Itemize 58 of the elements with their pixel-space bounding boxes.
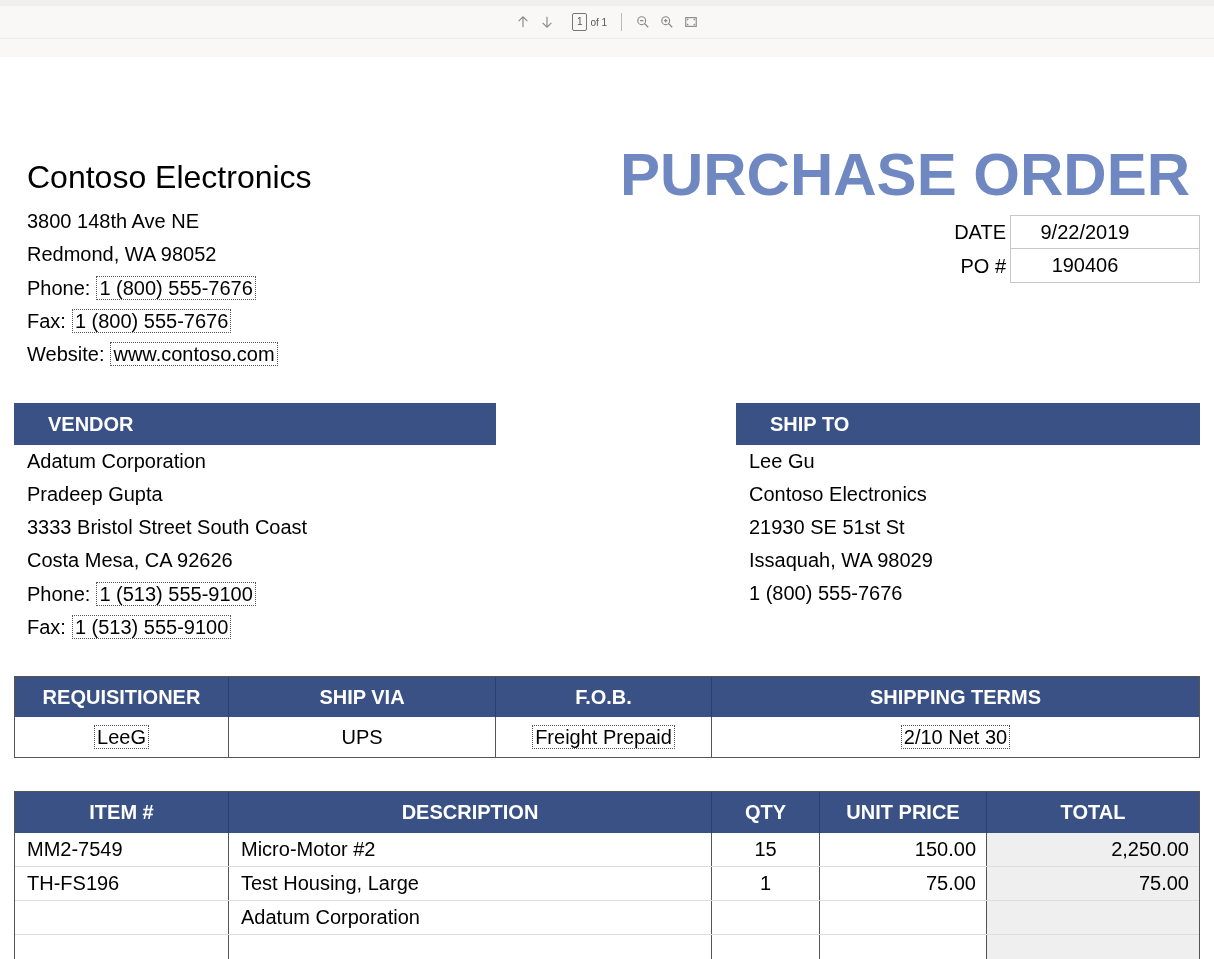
- section-header: SHIP TO: [736, 403, 1200, 445]
- address-line: Pradeep Gupta: [27, 482, 164, 507]
- contact-value: 1 (800) 555-7676: [96, 275, 256, 300]
- column-header: SHIPPING TERMS: [868, 685, 1043, 710]
- contact-value: 1 (800) 555-7676: [71, 308, 232, 333]
- contact-label: Phone:: [27, 275, 91, 301]
- company-name: Contoso Electronics: [27, 158, 312, 197]
- meta-value: 190406: [1010, 249, 1200, 283]
- table-cell: 15: [712, 833, 820, 866]
- contact-label: Fax:: [27, 308, 66, 334]
- table-cell: Micro-Motor #2: [229, 833, 712, 866]
- section-header: VENDOR: [14, 403, 496, 445]
- contact-value: www.contoso.com: [110, 341, 278, 366]
- table-cell: Adatum Corporation: [229, 901, 712, 934]
- address-line: Adatum Corporation: [27, 449, 207, 474]
- arrow-up-icon[interactable]: [515, 15, 530, 29]
- table-cell: LeeG: [94, 725, 149, 749]
- address-line: Contoso Electronics: [749, 482, 928, 507]
- meta-label: PO #: [959, 254, 1007, 279]
- column-header: REQUISITIONER: [15, 677, 229, 717]
- table-cell: Freight Prepaid: [532, 725, 675, 749]
- document-title: PURCHASE ORDER: [619, 141, 1190, 209]
- column-header: QTY: [712, 792, 820, 833]
- table-cell: 2/10 Net 30: [900, 725, 1011, 749]
- zoom-out-icon[interactable]: [636, 15, 651, 29]
- column-header: UNIT PRICE: [820, 792, 987, 833]
- table-cell: MM2-7549: [15, 833, 229, 866]
- column-header: DESCRIPTION: [229, 792, 712, 833]
- table-cell: Test Housing, Large: [229, 867, 712, 900]
- address-line: Issaquah, WA 98029: [749, 548, 934, 573]
- column-header: TOTAL: [1059, 800, 1127, 825]
- table-cell: 75.00: [987, 867, 1199, 900]
- column-header: ITEM #: [15, 792, 229, 833]
- arrow-down-icon[interactable]: [539, 15, 554, 29]
- table-cell-text: UPS: [341, 725, 383, 750]
- table-cell: TH-FS196: [15, 867, 229, 900]
- meta-value: 9/22/2019: [1010, 215, 1200, 249]
- address-line: 1 (800) 555-7676: [749, 581, 904, 606]
- contact-value: 1 (513) 555-9100: [96, 581, 256, 606]
- address-line: 3333 Bristol Street South Coast: [27, 515, 309, 540]
- table-cell: 2,250.00: [987, 833, 1199, 866]
- contact-label: Phone:: [27, 581, 91, 607]
- column-header: SHIP VIA: [229, 677, 496, 717]
- zoom-in-icon[interactable]: [660, 15, 675, 29]
- meta-label: DATE: [953, 220, 1007, 245]
- address-line: Lee Gu: [749, 449, 816, 474]
- table-cell: 1: [712, 867, 820, 900]
- address-line: 3800 148th Ave NE: [27, 209, 200, 234]
- page-number-field[interactable]: 1: [571, 13, 588, 31]
- address-line: Costa Mesa, CA 92626: [27, 548, 234, 573]
- page-count: of 1: [590, 15, 608, 30]
- contact-label: Fax:: [27, 614, 66, 640]
- address-line: Redmond, WA 98052: [27, 242, 218, 267]
- address-line: 21930 SE 51st St: [749, 515, 906, 540]
- contact-label: Website:: [27, 341, 105, 367]
- contact-value: 1 (513) 555-9100: [71, 614, 232, 639]
- column-header: F.O.B.: [496, 677, 712, 717]
- fit-page-icon[interactable]: [684, 15, 699, 29]
